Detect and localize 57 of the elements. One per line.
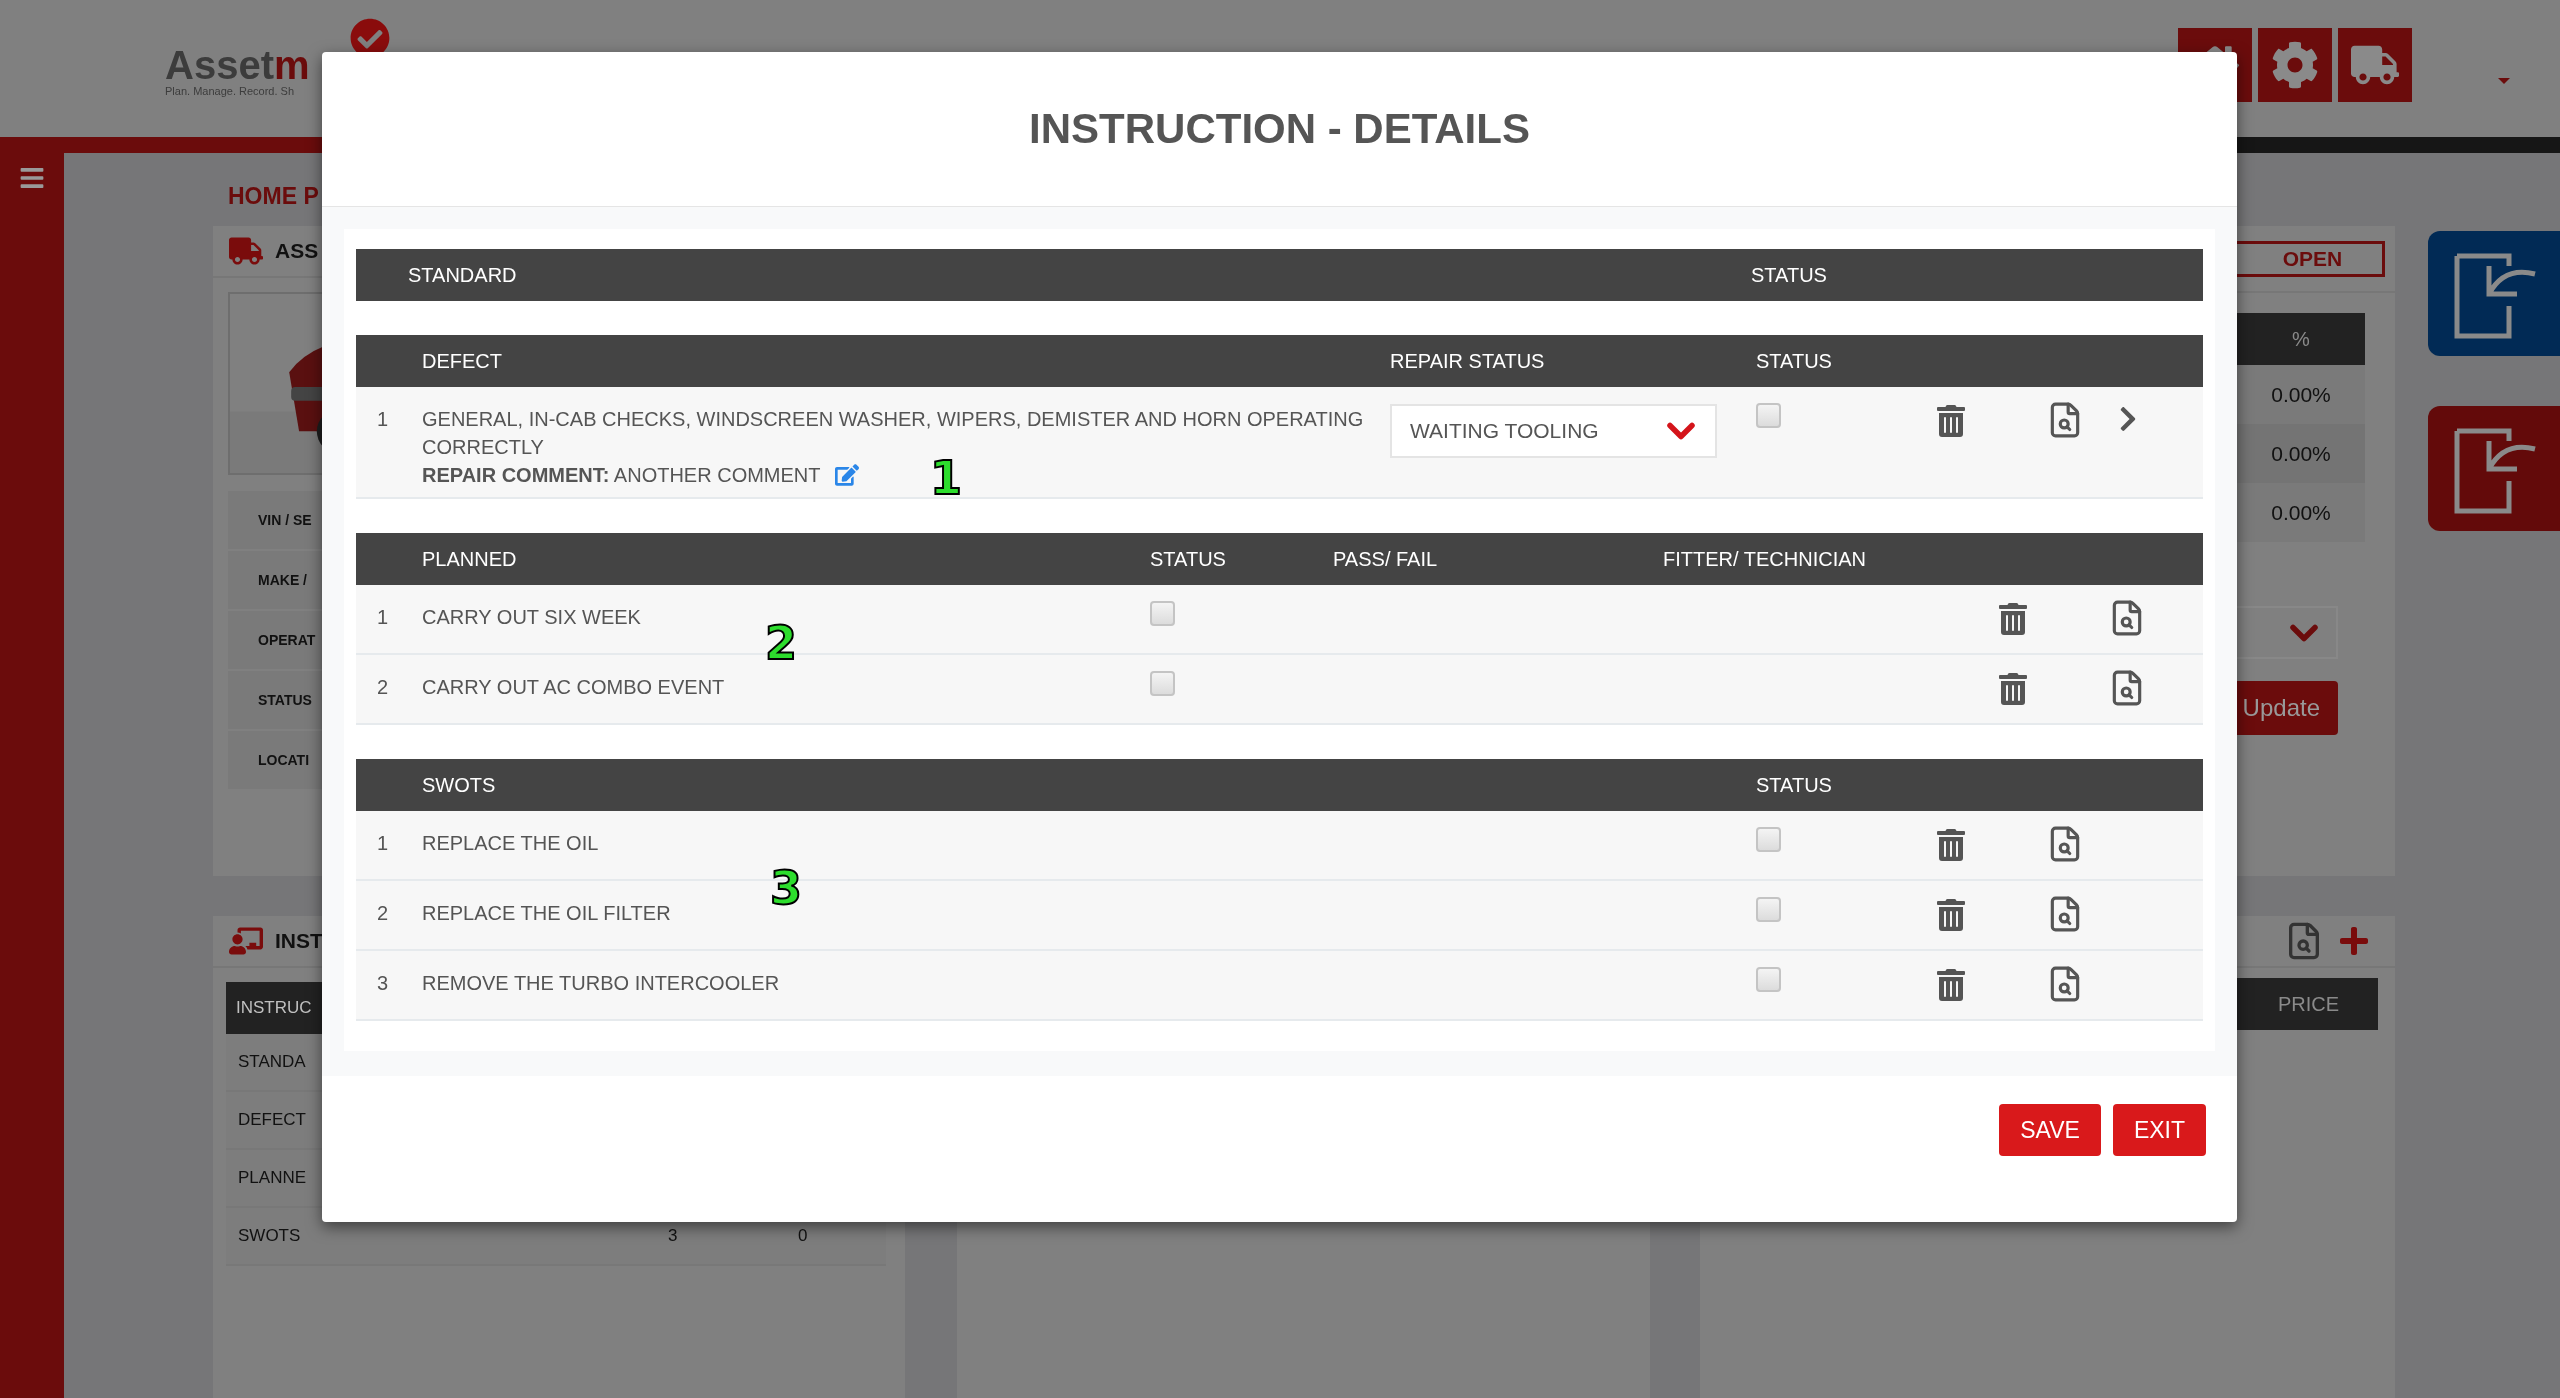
truck-info-button[interactable] [2338, 28, 2412, 102]
panel-title: ASS [275, 239, 319, 263]
column-header: STATUS [1756, 349, 1833, 373]
menu-icon[interactable] [19, 165, 45, 191]
checkbox[interactable] [1756, 967, 1781, 992]
repair-comment: REPAIR COMMENT: ANOTHER COMMENT [422, 463, 821, 488]
delete-icon[interactable] [1936, 405, 1966, 437]
annotation-number: 2 [765, 620, 797, 666]
delete-icon[interactable] [1998, 603, 2028, 635]
table-cell-text: SWOTS [237, 1226, 302, 1246]
checkbox[interactable] [1150, 671, 1175, 696]
delete-icon[interactable] [1936, 969, 1966, 1001]
column-header: STATUS [1756, 773, 1833, 797]
table-cell-text: CARRY OUT AC COMBO EVENT [422, 675, 726, 700]
delete-icon[interactable] [1998, 673, 2028, 705]
page-title: HOME P [228, 183, 320, 210]
annotation-number: 3 [770, 865, 802, 911]
repair-status-select[interactable]: WAITING TOOLING [1390, 404, 1717, 458]
instructor-icon [229, 926, 263, 956]
save-button[interactable]: SAVE [1999, 1104, 2101, 1156]
table-cell-text: DEFECT [237, 1110, 307, 1130]
row-number: 1 [376, 831, 390, 856]
action-button[interactable] [2428, 406, 2560, 531]
panel-title: INST [275, 929, 323, 953]
table-cell-text: 3 [667, 1226, 679, 1246]
delete-icon[interactable] [1936, 829, 1966, 861]
table-cell-text: 0 [797, 1226, 809, 1246]
column-header: STATUS [1150, 547, 1227, 571]
table-cell-text: STANDA [237, 1052, 307, 1072]
caret-icon[interactable] [2498, 78, 2510, 84]
checkbox[interactable] [1150, 601, 1175, 626]
settings-icon [2271, 41, 2319, 89]
table-cell-text: PLANNE [237, 1168, 308, 1188]
logo-text: Assetm [165, 45, 310, 85]
checkbox[interactable] [1756, 897, 1781, 922]
column-header: DEFECT [422, 349, 503, 373]
add-icon[interactable] [2338, 925, 2370, 957]
row-number: 2 [376, 675, 390, 700]
checkbox[interactable] [1756, 403, 1781, 428]
table-cell-text: REPLACE THE OIL [422, 831, 600, 856]
column-header: REPAIR STATUS [1390, 349, 1546, 373]
delete-icon[interactable] [1936, 899, 1966, 931]
column-header: PASS/ FAIL [1333, 547, 1439, 571]
modal-title: INSTRUCTION - DETAILS [1029, 105, 1530, 153]
logo-tagline: Plan. Manage. Record. Sh [165, 85, 296, 97]
column-header: FITTER/ TECHNICIAN [1663, 547, 1867, 571]
settings-button[interactable] [2258, 28, 2332, 102]
row-number: 2 [376, 901, 390, 926]
action-button[interactable] [2428, 231, 2560, 356]
checkbox[interactable] [1756, 827, 1781, 852]
edit-icon[interactable] [834, 463, 859, 487]
table-cell-text: REPLACE THE OIL FILTER [422, 901, 672, 926]
exit-button[interactable]: EXIT [2112, 1104, 2206, 1156]
column-header: STATUS [1751, 263, 1828, 287]
row-number: 1 [376, 407, 390, 432]
column-header: STANDARD [408, 263, 518, 287]
truck-icon [229, 236, 263, 266]
